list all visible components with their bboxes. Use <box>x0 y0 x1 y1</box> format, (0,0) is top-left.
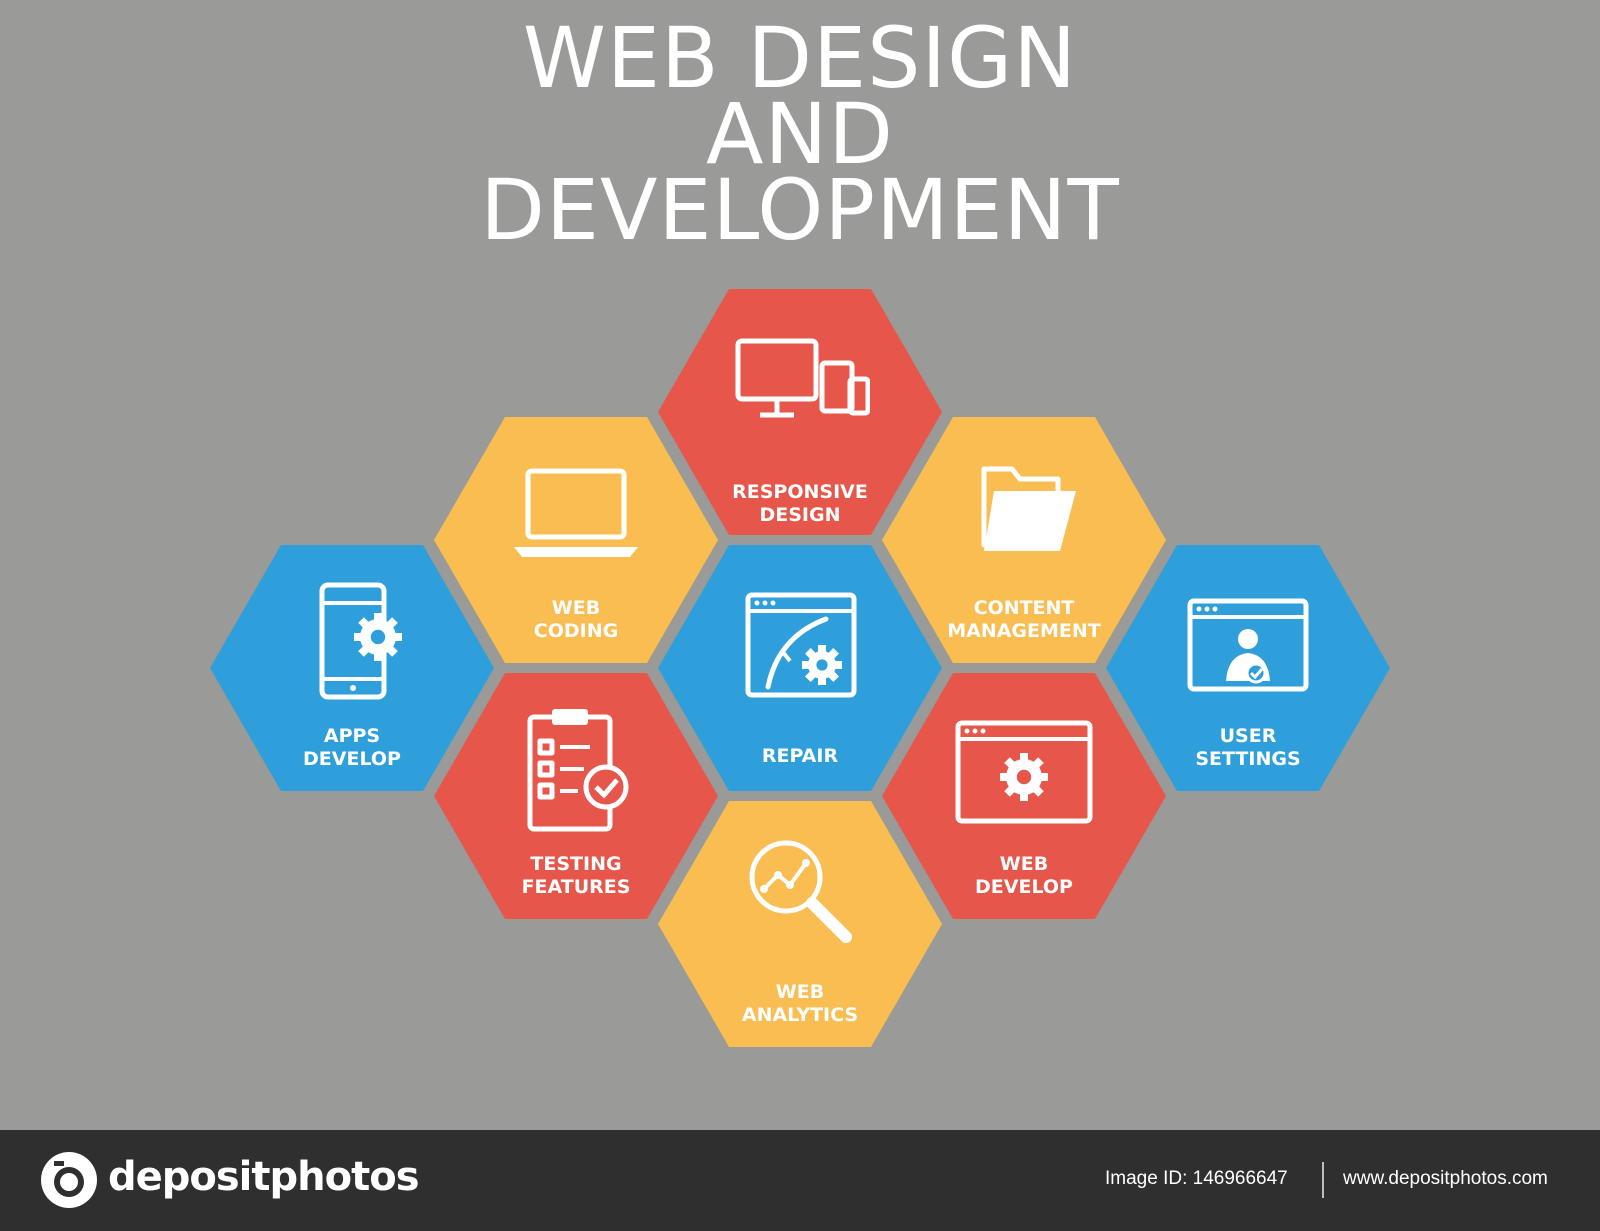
camera-logo-icon <box>41 1152 97 1208</box>
hexagon-label-apps-develop: APPS DEVELOP <box>230 725 474 771</box>
browser-repair-icon <box>730 575 870 705</box>
hexagon-web-analytics: WEB ANALYTICS <box>658 801 942 1047</box>
hexagon-label-user-settings: USER SETTINGS <box>1126 725 1370 771</box>
footer-brand: depositphotos <box>108 1154 420 1200</box>
hexagon-label-line: MANAGEMENT <box>947 620 1101 642</box>
hexagon-label-web-analytics: WEB ANALYTICS <box>678 981 922 1027</box>
hexagon-label-line: USER <box>1219 725 1277 747</box>
hexagon-label-testing-features: TESTING FEATURES <box>454 853 698 899</box>
hexagon-label-line: WEB <box>999 853 1049 875</box>
hexagon-label-line: TESTING <box>530 853 622 875</box>
hexagon-user-settings: USER SETTINGS <box>1106 545 1390 791</box>
hexagon-label-line: REPAIR <box>761 745 839 767</box>
magnifier-chart-icon <box>730 831 870 961</box>
hexagon-label-line: CONTENT <box>973 597 1075 619</box>
hexagon-label-line: DEVELOP <box>303 748 401 770</box>
hexagon-diagram: RESPONSIVE DESIGN WEB CODING CONTENT MANAGE… <box>0 0 1600 1130</box>
hexagon-label-line: FEATURES <box>521 876 631 898</box>
hexagon-repair: REPAIR <box>658 545 942 791</box>
hexagon-apps-develop: APPS DEVELOP <box>210 545 494 791</box>
hexagon-label-repair: REPAIR <box>678 745 922 768</box>
hexagon-label-content-management: CONTENT MANAGEMENT <box>902 597 1146 643</box>
folder-icon <box>954 447 1094 577</box>
hexagon-label-line: WEB <box>551 597 601 619</box>
hexagon-responsive-design: RESPONSIVE DESIGN <box>658 289 942 535</box>
hexagon-label-line: WEB <box>775 981 825 1003</box>
image-id: Image ID: 146966647 <box>1105 1168 1288 1189</box>
browser-user-icon <box>1178 575 1318 705</box>
hexagon-label-line: CODING <box>533 620 619 642</box>
hexagon-label-web-develop: WEB DEVELOP <box>902 853 1146 899</box>
clipboard-check-icon <box>506 703 646 833</box>
hexagon-web-coding: WEB CODING <box>434 417 718 663</box>
hexagon-web-develop: WEB DEVELOP <box>882 673 1166 919</box>
hexagon-content-management: CONTENT MANAGEMENT <box>882 417 1166 663</box>
footer-bar: depositphotos Image ID: 146966647 www.de… <box>0 1130 1600 1231</box>
footer-url[interactable]: www.depositphotos.com <box>1343 1168 1548 1190</box>
hexagon-testing-features: TESTING FEATURES <box>434 673 718 919</box>
mobile-gear-icon <box>282 575 422 705</box>
hexagon-label-line: RESPONSIVE <box>732 481 868 503</box>
devices-icon <box>730 319 870 449</box>
hexagon-label-line: ANALYTICS <box>741 1004 859 1026</box>
hexagon-label-web-coding: WEB CODING <box>454 597 698 643</box>
hexagon-label-line: DEVELOP <box>975 876 1073 898</box>
hexagon-label-responsive-design: RESPONSIVE DESIGN <box>678 481 922 527</box>
browser-gear-icon <box>954 703 1094 833</box>
hexagon-label-line: DESIGN <box>759 504 841 526</box>
footer-divider <box>1322 1162 1324 1198</box>
hexagon-label-line: APPS <box>323 725 381 747</box>
hexagon-label-line: SETTINGS <box>1195 748 1301 770</box>
laptop-code-icon <box>506 447 646 577</box>
